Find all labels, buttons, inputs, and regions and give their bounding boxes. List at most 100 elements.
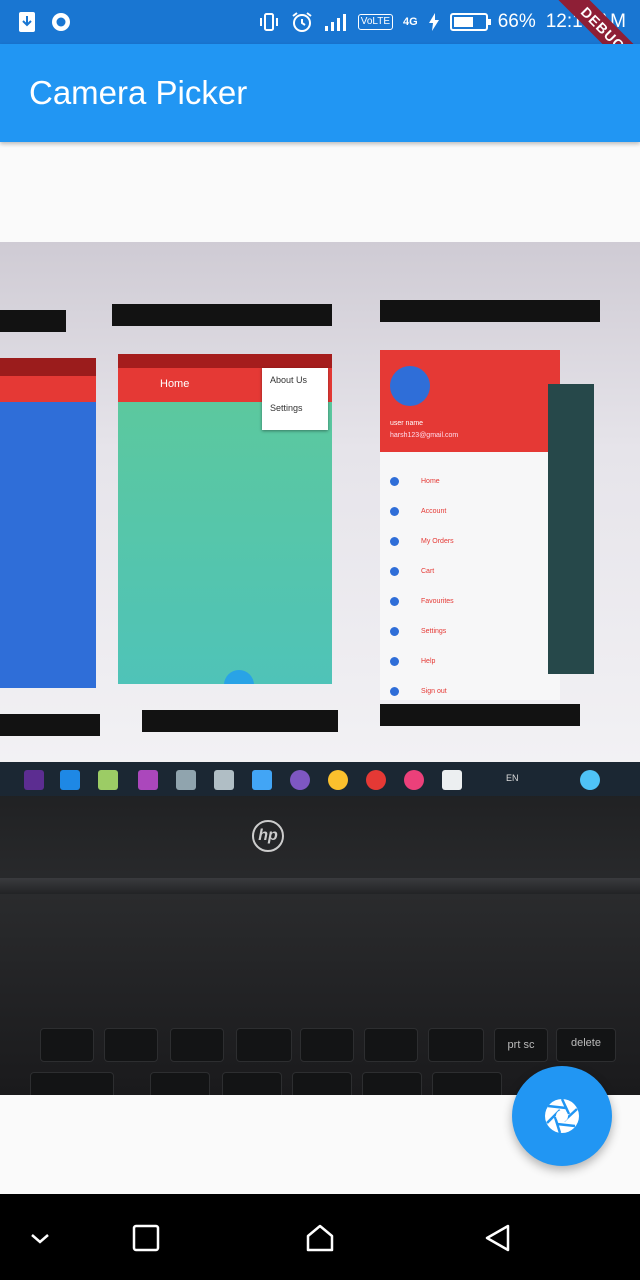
photo-drawer-item-label: Settings: [421, 627, 447, 635]
photo-drawer-item-label: Account: [421, 507, 447, 515]
photo-taskbar-icon: [98, 770, 118, 790]
nav-back-button[interactable]: [480, 1220, 516, 1256]
camera-shutter-icon: [545, 1098, 579, 1134]
photo-navbar-strip: [0, 714, 100, 736]
photo-navbar-strip: [380, 704, 580, 726]
photo-drawer-username: user name: [390, 420, 424, 427]
photo-drawer-item: Cart: [380, 556, 560, 586]
photo-drawer-item: Settings: [380, 616, 560, 646]
photo-navbar-strip: [380, 300, 600, 322]
photo-key: [300, 1028, 354, 1062]
photo-drawer-item-icon: [390, 506, 399, 516]
app-title: Camera Picker: [29, 74, 248, 111]
back-icon: [485, 1224, 510, 1252]
volte-badge: VoLTE: [357, 14, 393, 30]
nav-home-button[interactable]: [302, 1220, 338, 1256]
chevron-down-icon: [31, 1234, 49, 1244]
photo-key: [428, 1028, 484, 1062]
photo-taskbar-icon: [214, 770, 234, 790]
photo-drawer-item-icon: [390, 476, 399, 486]
photo-drawer-item-icon: [390, 626, 399, 636]
photo-hp-logo: hp: [252, 820, 284, 852]
photo-key: [236, 1028, 292, 1062]
photo-drawer-item: Sign out: [380, 676, 560, 700]
photo-drawer-item: Home: [380, 466, 560, 496]
photo-dark-edge: [548, 384, 594, 674]
vibrate-icon: [259, 13, 278, 31]
photo-keyboard-row: prt sc delete: [0, 1028, 640, 1068]
photo-taskbar-icon: [328, 770, 348, 790]
photo-taskbar-icon: [290, 770, 310, 790]
photo-taskbar-icon: [404, 770, 424, 790]
photo-key: [40, 1028, 94, 1062]
photo-taskbar-icon: [176, 770, 196, 790]
photo-menu-item-about: About Us: [270, 375, 308, 385]
photo-taskbar-lang: EN: [506, 773, 519, 783]
photo-phone-left: [0, 358, 96, 688]
photo-key: [432, 1072, 502, 1095]
sync-notification-icon: [52, 13, 70, 31]
signal-icon: [324, 14, 346, 31]
photo-taskbar: EN: [0, 762, 640, 796]
photo-drawer-item: Help: [380, 646, 560, 676]
photo-key: [30, 1072, 114, 1095]
photo-key: [222, 1072, 282, 1095]
photo-taskbar-icon: [60, 770, 80, 790]
photo-navbar-strip: [0, 310, 66, 332]
status-bar: VoLTE 4G 66% 12:15 AM: [0, 0, 640, 44]
home-icon: [306, 1224, 334, 1252]
photo-drawer-item-label: Favourites: [421, 597, 454, 605]
photo-key: [104, 1028, 158, 1062]
nav-recents-button[interactable]: [128, 1220, 164, 1256]
photo-key-prtsc: prt sc: [494, 1028, 548, 1062]
photo-phone-right: user name harsh123@gmail.com Home Account…: [380, 350, 560, 700]
photo-drawer-item-label: Cart: [421, 567, 435, 575]
photo-taskbar-icon: [442, 770, 462, 790]
photo-taskbar-icon: [24, 770, 44, 790]
photo-menu-item-settings: Settings: [270, 403, 303, 413]
nav-hide-button[interactable]: [22, 1220, 58, 1256]
photo-navbar-strip: [142, 710, 338, 732]
download-notification-icon: [19, 12, 35, 32]
network-type: 4G: [403, 16, 418, 28]
photo-keyboard-hinge: [0, 878, 640, 894]
photo-drawer-list: Home Account My Orders Cart Favourites Settin…: [380, 452, 560, 700]
photo-key-delete: delete: [556, 1028, 616, 1062]
photo-drawer-item-label: Home: [421, 477, 440, 485]
charging-icon: [428, 13, 439, 31]
recents-icon: [132, 1224, 160, 1252]
photo-drawer-item-label: Help: [421, 657, 436, 665]
photo-key: [292, 1072, 352, 1095]
battery-percent: 66%: [497, 11, 536, 32]
photo-key: [362, 1072, 422, 1095]
photo-drawer-item-icon: [390, 686, 399, 696]
photo-drawer-item-icon: [390, 566, 399, 576]
photo-drawer-item-icon: [390, 596, 399, 606]
photo-phone-popup-menu: About Us Settings: [262, 368, 328, 430]
photo-drawer-item: Favourites: [380, 586, 560, 616]
photo-phone-home-title: Home: [160, 378, 190, 390]
photo-drawer-item-label: Sign out: [421, 687, 447, 695]
photo-key: [170, 1028, 224, 1062]
system-nav-bar: [0, 1194, 640, 1280]
photo-taskbar-icon: [138, 770, 158, 790]
photo-drawer-item-label: My Orders: [421, 537, 454, 545]
photo-phone-middle: Home About Us Settings: [118, 354, 332, 684]
photo-navbar-strip: [112, 304, 332, 326]
battery-icon: [449, 13, 491, 31]
photo-taskbar-icon: [252, 770, 272, 790]
app-bar: Camera Picker: [0, 44, 640, 142]
photo-taskbar-icon: [366, 770, 386, 790]
photo-key: [150, 1072, 210, 1095]
photo-drawer-item: Account: [380, 496, 560, 526]
camera-fab-button[interactable]: [512, 1066, 612, 1166]
photo-drawer-email: harsh123@gmail.com: [390, 432, 459, 439]
status-left-icons: [18, 11, 72, 33]
photo-taskbar-icon: [580, 770, 600, 790]
photo-drawer-item: My Orders: [380, 526, 560, 556]
photo-drawer-item-icon: [390, 536, 399, 546]
captured-photo: Home About Us Settings user name harsh12…: [0, 242, 640, 1095]
photo-key: [364, 1028, 418, 1062]
photo-drawer-item-icon: [390, 656, 399, 666]
alarm-icon: [292, 12, 312, 32]
